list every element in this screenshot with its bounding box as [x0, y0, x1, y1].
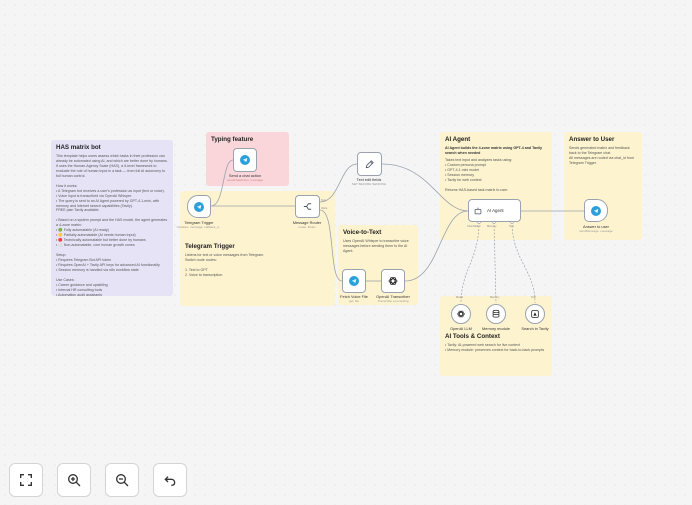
zoom-in-button[interactable]: zoom-in	[57, 463, 91, 497]
zoom-in-icon	[68, 474, 81, 487]
node-sublabel: Updates: message, callback_q...	[176, 225, 222, 229]
node-search-in-tavily[interactable]	[525, 304, 545, 324]
note-title: Answer to User	[569, 136, 615, 143]
note-body: This template helps users assess which t…	[56, 154, 168, 296]
port-label: Tool	[509, 225, 514, 228]
telegram-icon	[240, 155, 250, 165]
note-voice-to-text[interactable]: Voice-to-Text Uses OpenAI Whisper to tra…	[338, 225, 418, 305]
node-label: OpenAI LLM	[450, 326, 472, 331]
port-label: Chat Model	[467, 225, 481, 228]
note-title: HAS matrix bot	[56, 144, 101, 151]
port-label: Text	[321, 199, 326, 202]
note-title: Voice-to-Text	[343, 229, 382, 236]
node-sublabel: get: file	[349, 299, 359, 303]
note-ai-agent[interactable]: AI Agent AI Agent builds the 4-zone matr…	[440, 132, 552, 240]
node-sublabel: mode: Rules	[298, 225, 316, 229]
port-label: Voice	[321, 207, 328, 210]
note-title: Telegram Trigger	[185, 243, 235, 250]
zoom-out-icon	[116, 474, 129, 487]
note-body: • Tavily: AI-powered web search for live…	[445, 343, 545, 352]
note-body: Takes text input and analyzes tasks usin…	[445, 157, 513, 192]
telegram-icon	[194, 201, 204, 212]
note-has-matrix-bot[interactable]: HAS matrix bot This template helps users…	[51, 140, 173, 296]
undo-button[interactable]: undo	[153, 463, 187, 497]
node-sublabel: SET BEFORE SENDING	[351, 182, 387, 186]
port-label: Memory	[487, 225, 497, 228]
note-body: Listens for text or voice messages from …	[185, 253, 265, 277]
zoom-out-button[interactable]: zoom-out	[105, 463, 139, 497]
router-icon	[303, 203, 312, 210]
note-body: Sends generated matrix and feedback back…	[569, 146, 635, 165]
node-text-edit-fields[interactable]	[357, 152, 382, 176]
fullscreen-icon	[20, 474, 32, 486]
note-title: AI Tools & Context	[445, 333, 500, 340]
undo-icon	[164, 476, 176, 486]
note-body: Uses OpenAI Whisper to transcribe voice …	[343, 239, 409, 253]
openai-icon	[388, 276, 398, 286]
node-sublabel: sendChatAction: message	[226, 178, 264, 182]
node-answer-to-user[interactable]	[584, 199, 608, 222]
robot-icon	[474, 207, 482, 214]
node-sublabel: Transcribe a recording	[377, 299, 409, 303]
port-label: Tool	[531, 296, 536, 299]
port-label: Model	[456, 296, 464, 299]
telegram-icon	[591, 205, 601, 216]
node-telegram-trigger[interactable]	[187, 195, 211, 218]
node-fetch-voice-file[interactable]	[342, 269, 366, 293]
node-ai-agent[interactable]: AI Agent	[468, 199, 521, 222]
node-openai-transcriber[interactable]	[381, 269, 405, 293]
openai-icon	[457, 310, 465, 318]
note-lead: AI Agent builds the 4-zone matrix using …	[445, 146, 543, 155]
port-label: Memory	[490, 296, 500, 299]
database-icon	[492, 309, 500, 318]
note-title: AI Agent	[445, 136, 471, 143]
note-title: Typing feature	[211, 136, 254, 143]
node-sublabel: sendMessage: message	[579, 229, 613, 233]
node-label: Search in Tavily	[521, 326, 549, 331]
node-inline-label: AI Agent	[487, 208, 504, 213]
node-memory-module[interactable]	[486, 304, 506, 324]
node-label: Memory module	[482, 326, 510, 331]
node-message-router[interactable]	[295, 195, 320, 218]
node-send-chat-action[interactable]	[233, 148, 257, 172]
fit-view-button[interactable]: fit-view	[9, 463, 43, 497]
tavily-icon	[531, 310, 539, 318]
workflow-canvas[interactable]: HAS matrix bot This template helps users…	[0, 0, 692, 505]
telegram-icon	[349, 276, 359, 286]
node-openai-llm[interactable]	[451, 304, 471, 324]
pencil-icon	[365, 159, 374, 168]
